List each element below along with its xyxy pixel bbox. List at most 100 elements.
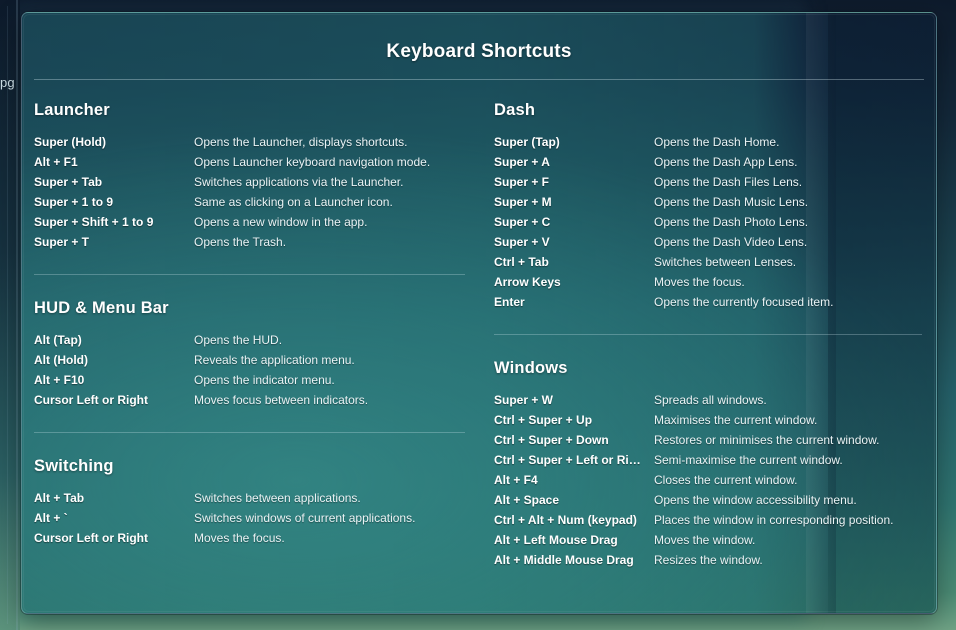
shortcut-description: Moves the focus.	[654, 275, 745, 289]
section-title: HUD & Menu Bar	[34, 299, 169, 317]
shortcut-keys: Enter	[494, 295, 525, 309]
shortcut-description: Same as clicking on a Launcher icon.	[194, 195, 393, 209]
shortcut-row: Alt + ` Switches windows of current appli…	[34, 508, 465, 528]
section-title: Windows	[494, 359, 568, 377]
shortcut-keys: Ctrl + Tab	[494, 255, 549, 269]
shortcut-keys: Ctrl + Super + Left or Ri…	[494, 453, 641, 467]
shortcut-row: Ctrl + Super + Left or Ri… Semi-maximise …	[494, 450, 922, 470]
shortcut-row: Super (Hold) Opens the Launcher, displays…	[34, 132, 465, 152]
shortcut-section: Launcher Super (Hold) Opens the Launcher, …	[34, 101, 465, 252]
shortcut-row: Ctrl + Super + Up Maximises the current w…	[494, 410, 922, 430]
shortcut-row: Arrow Keys Moves the focus.	[494, 272, 922, 292]
section-title: Launcher	[34, 101, 110, 119]
shortcut-row: Alt + F10 Opens the indicator menu.	[34, 370, 465, 390]
shortcut-row: Super + M Opens the Dash Music Lens.	[494, 192, 922, 212]
shortcut-keys: Cursor Left or Right	[34, 393, 148, 407]
shortcut-row: Cursor Left or Right Moves focus between …	[34, 390, 465, 410]
shortcut-description: Switches between Lenses.	[654, 255, 797, 269]
shortcut-section: Windows Super + W Spreads all windows. Ctrl…	[494, 359, 922, 570]
shortcut-keys: Alt + Tab	[34, 491, 85, 505]
shortcut-row: Super + T Opens the Trash.	[34, 232, 465, 252]
shortcut-row: Super + C Opens the Dash Photo Lens.	[494, 212, 922, 232]
shortcut-description: Opens the Dash App Lens.	[654, 155, 798, 169]
shortcut-row: Super (Tap) Opens the Dash Home.	[494, 132, 922, 152]
section-title: Switching	[34, 457, 114, 475]
shortcut-row: Alt (Hold) Reveals the application menu.	[34, 350, 465, 370]
shortcut-section: HUD & Menu Bar Alt (Tap) Opens the HUD. Alt…	[34, 299, 465, 410]
shortcut-description: Semi-maximise the current window.	[654, 453, 843, 467]
shortcut-row: Alt + F1 Opens Launcher keyboard navigati…	[34, 152, 465, 172]
overlay-title: Keyboard Shortcuts	[386, 41, 572, 62]
background-window-edge	[7, 6, 8, 624]
shortcut-keys: Super + 1 to 9	[34, 195, 114, 209]
section-divider	[34, 274, 465, 275]
title-divider	[34, 79, 924, 80]
shortcut-keys: Super + F	[494, 175, 550, 189]
shortcut-keys: Super + A	[494, 155, 550, 169]
shortcut-keys: Alt + Space	[494, 493, 560, 507]
shortcut-description: Opens the HUD.	[194, 333, 283, 347]
shortcut-description: Switches applications via the Launcher.	[194, 175, 404, 189]
shortcut-rows: Super (Hold) Opens the Launcher, displays…	[34, 132, 465, 252]
shortcut-rows: Super + W Spreads all windows. Ctrl + Supe…	[494, 390, 922, 570]
shortcut-keys: Alt + F4	[494, 473, 538, 487]
shortcut-description: Reveals the application menu.	[194, 353, 355, 367]
shortcut-keys: Ctrl + Super + Down	[494, 433, 609, 447]
shortcut-row: Alt + Tab Switches between applications.	[34, 488, 465, 508]
shortcut-keys: Super + M	[494, 195, 552, 209]
shortcut-rows: Super (Tap) Opens the Dash Home. Super + A…	[494, 132, 922, 312]
shortcut-keys: Alt (Tap)	[34, 333, 82, 347]
shortcut-description: Opens the currently focused item.	[654, 295, 834, 309]
shortcut-row: Ctrl + Alt + Num (keypad) Places the wind…	[494, 510, 922, 530]
shortcut-section: Dash Super (Tap) Opens the Dash Home. Super…	[494, 101, 922, 312]
shortcut-description: Opens the window accessibility menu.	[654, 493, 857, 507]
shortcut-row: Alt + Middle Mouse Drag Resizes the windo…	[494, 550, 922, 570]
shortcut-description: Opens the Launcher, displays shortcuts.	[194, 135, 408, 149]
shortcut-row: Alt (Tap) Opens the HUD.	[34, 330, 465, 350]
shortcut-row: Alt + Left Mouse Drag Moves the window.	[494, 530, 922, 550]
shortcut-row: Super + A Opens the Dash App Lens.	[494, 152, 922, 172]
shortcut-row: Alt + Space Opens the window accessibilit…	[494, 490, 922, 510]
shortcut-keys: Alt (Hold)	[34, 353, 88, 367]
shortcut-description: Opens the Trash.	[194, 235, 287, 249]
shortcut-keys: Super + Tab	[34, 175, 103, 189]
background-window-edge	[16, 0, 18, 630]
shortcut-rows: Alt + Tab Switches between applications. A…	[34, 488, 465, 548]
shortcut-row: Ctrl + Super + Down Restores or minimises…	[494, 430, 922, 450]
shortcut-keys: Super + C	[494, 215, 551, 229]
shortcut-keys: Cursor Left or Right	[34, 531, 148, 545]
shortcut-keys: Super + T	[34, 235, 90, 249]
shortcuts-column-left: Launcher Super (Hold) Opens the Launcher, …	[22, 101, 479, 613]
shortcut-row: Alt + F4 Closes the current window.	[494, 470, 922, 490]
shortcut-description: Moves the window.	[654, 533, 756, 547]
shortcut-keys: Alt + F1	[34, 155, 78, 169]
shortcuts-column-right: Dash Super (Tap) Opens the Dash Home. Super…	[479, 101, 936, 613]
shortcut-row: Super + V Opens the Dash Video Lens.	[494, 232, 922, 252]
shortcut-description: Places the window in corresponding posit…	[654, 513, 894, 527]
shortcut-description: Opens the Dash Photo Lens.	[654, 215, 809, 229]
shortcut-keys: Super (Tap)	[494, 135, 560, 149]
shortcut-columns: Launcher Super (Hold) Opens the Launcher, …	[22, 101, 936, 613]
shortcut-description: Opens the indicator menu.	[194, 373, 335, 387]
shortcut-description: Opens the Dash Home.	[654, 135, 780, 149]
shortcut-keys: Arrow Keys	[494, 275, 561, 289]
shortcut-section: Switching Alt + Tab Switches between appli…	[34, 457, 465, 548]
keyboard-shortcuts-overlay: Keyboard Shortcuts Launcher Super (Hold) O…	[21, 12, 937, 614]
section-divider	[494, 334, 922, 335]
shortcut-keys: Super + W	[494, 393, 554, 407]
shortcut-description: Switches windows of current applications…	[194, 511, 416, 525]
shortcut-row: Super + Shift + 1 to 9 Opens a new window…	[34, 212, 465, 232]
shortcut-row: Ctrl + Tab Switches between Lenses.	[494, 252, 922, 272]
shortcut-description: Opens a new window in the app.	[194, 215, 368, 229]
shortcut-description: Resizes the window.	[654, 553, 763, 567]
shortcut-row: Super + 1 to 9 Same as clicking on a Laun…	[34, 192, 465, 212]
shortcut-description: Moves focus between indicators.	[194, 393, 369, 407]
shortcut-keys: Alt + F10	[34, 373, 85, 387]
shortcut-description: Opens the Dash Files Lens.	[654, 175, 803, 189]
shortcut-keys: Alt + Middle Mouse Drag	[494, 553, 634, 567]
shortcut-description: Restores or minimises the current window…	[654, 433, 880, 447]
shortcut-description: Switches between applications.	[194, 491, 361, 505]
shortcut-row: Super + Tab Switches applications via the…	[34, 172, 465, 192]
shortcut-description: Maximises the current window.	[654, 413, 818, 427]
shortcut-description: Opens the Dash Music Lens.	[654, 195, 809, 209]
